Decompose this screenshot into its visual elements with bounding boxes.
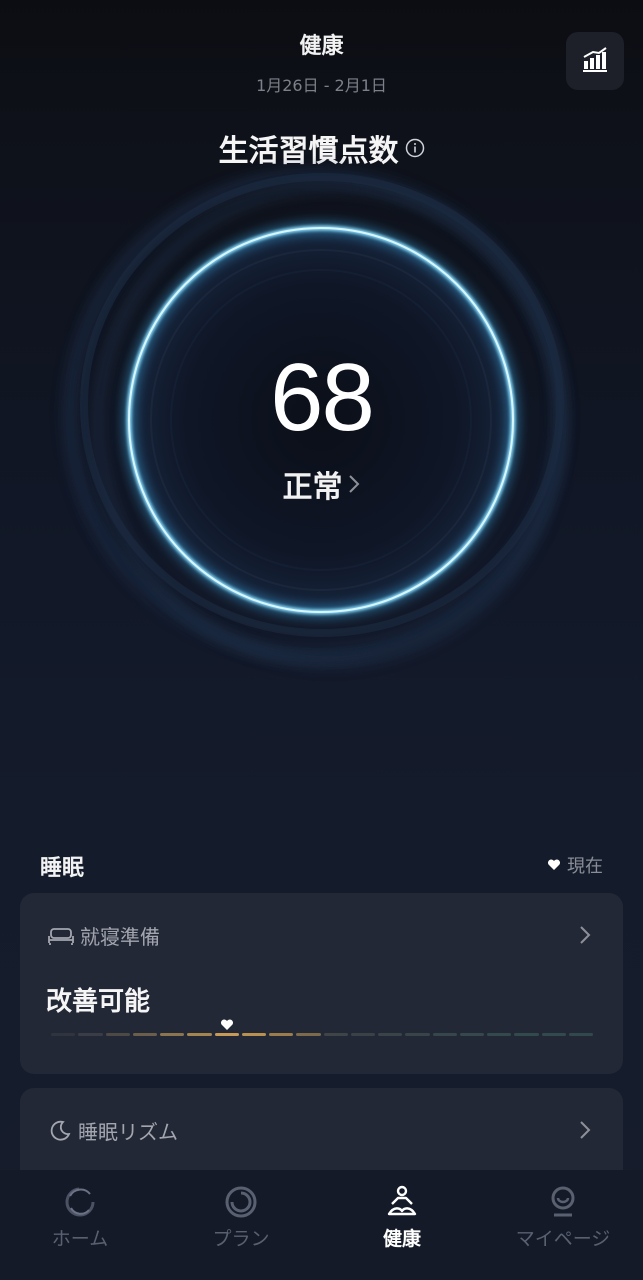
trend-button[interactable] [566,32,624,90]
header: 健康 1月26日 - 2月1日 [0,0,643,120]
chevron-right-icon [348,475,359,493]
page-title: 健康 [299,34,344,59]
bar-chart-trend-icon [583,47,607,72]
meditation-person-icon [387,1185,417,1216]
status-segment [105,1033,130,1036]
status-segment [514,1033,539,1036]
status-segment [323,1033,348,1036]
status-segment [132,1033,157,1036]
bed-icon [48,927,74,945]
tab-health[interactable]: 健康 [322,1170,482,1280]
status-segment [51,1033,76,1036]
status-segment [432,1033,457,1036]
section-title-sleep: 睡眠 [40,856,85,881]
tab-label: 健康 [382,1228,421,1250]
tab-label: プラン [212,1228,270,1250]
status-segment [487,1033,512,1036]
now-legend: 現在 [547,852,603,878]
card-header: 就寝準備 [48,921,160,950]
status-segment [405,1033,430,1036]
heart-marker-icon [547,859,561,870]
chevron-right-icon [580,1121,591,1139]
tab-plan[interactable]: プラン [161,1170,321,1280]
status-segment-bar [51,1019,593,1039]
status-segment [241,1033,266,1036]
card-status: 改善可能 [46,987,151,1017]
status-segment [269,1033,294,1036]
status-segment [378,1033,403,1036]
plan-ring-icon [225,1186,257,1218]
score-value: 68 [270,344,375,451]
status-segment [568,1033,593,1036]
status-segment [160,1033,185,1036]
status-segment [187,1033,212,1036]
date-range[interactable]: 1月26日 - 2月1日 [0,72,643,96]
score-status-text: 正常 [282,470,343,505]
now-label-text: 現在 [567,856,603,877]
card-label: 就寝準備 [80,925,160,949]
chevron-right-icon [580,926,591,944]
moon-icon [50,1120,71,1141]
bottom-tab-bar: ホーム プラン 健康 マイページ [0,1170,643,1280]
card-header: 睡眠リズム [48,1116,178,1145]
tab-label: マイページ [515,1228,611,1250]
bedtime-prep-card[interactable]: 就寝準備 改善可能 [20,893,623,1074]
tab-home[interactable]: ホーム [0,1170,160,1280]
status-segment [296,1033,321,1036]
status-segment [541,1033,566,1036]
status-segment [214,1033,239,1036]
profile-icon [551,1186,575,1217]
score-status-link[interactable]: 正常 [0,462,643,506]
status-segment [350,1033,375,1036]
status-segment [459,1033,484,1036]
current-position-marker-icon [220,1019,233,1030]
home-swirl-icon [65,1187,95,1217]
card-label: 睡眠リズム [78,1120,178,1144]
tab-label: ホーム [51,1228,109,1250]
status-segment [78,1033,103,1036]
tab-mypage[interactable]: マイページ [483,1170,643,1280]
